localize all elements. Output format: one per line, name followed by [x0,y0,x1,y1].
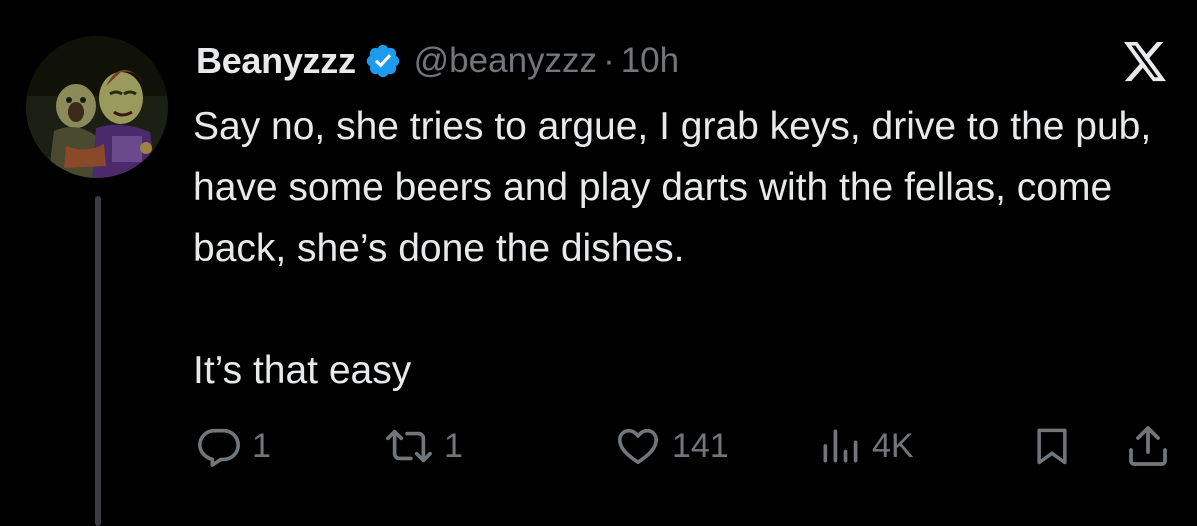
retweet-count: 1 [444,426,463,465]
views-chart-icon [818,423,862,469]
tweet-paragraph: It’s that easy [193,349,412,392]
thread-line [95,196,101,526]
tweet-paragraph: Say no, she tries to argue, I grab keys,… [193,105,1152,270]
bookmark-icon [1030,423,1074,469]
reply-button[interactable]: 1 [196,418,271,474]
bookmark-button[interactable] [1030,418,1074,474]
views-count: 4K [872,426,914,465]
heart-icon [614,423,662,469]
separator-dot: · [603,41,615,80]
tweet-text: Say no, she tries to argue, I grab keys,… [193,96,1183,401]
user-handle[interactable]: @beanyzzz [414,41,597,81]
share-button[interactable] [1124,418,1172,474]
avatar-image [26,36,168,178]
retweet-icon [384,423,434,469]
like-button[interactable]: 141 [614,418,729,474]
display-name[interactable]: Beanyzzz [196,40,356,82]
like-count: 141 [672,426,729,465]
tweet-header: Beanyzzz @beanyzzz · 10h [196,36,679,86]
avatar[interactable] [26,36,168,178]
verified-badge-icon [364,42,402,80]
views-button[interactable]: 4K [818,418,914,474]
retweet-button[interactable]: 1 [384,418,463,474]
reply-count: 1 [252,426,271,465]
reply-icon [196,423,242,469]
x-logo-icon [1122,42,1168,84]
share-icon [1124,422,1172,470]
timestamp[interactable]: 10h [621,41,679,81]
